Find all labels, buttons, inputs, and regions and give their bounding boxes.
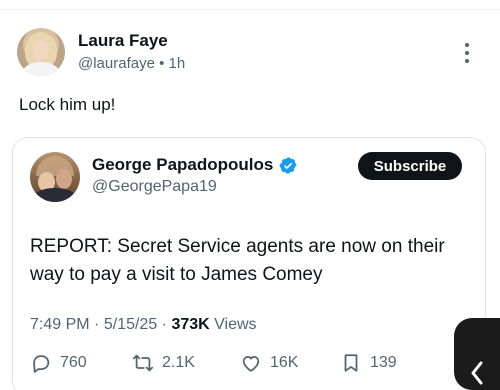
views-label: Views bbox=[214, 316, 257, 333]
reply-icon bbox=[33, 355, 50, 373]
verified-badge-icon bbox=[279, 156, 297, 174]
repost-count: 2.1K bbox=[162, 354, 195, 371]
bookmark-icon bbox=[344, 354, 358, 372]
more-dot-icon bbox=[465, 43, 469, 47]
post-clock-time: 7:49 PM bbox=[30, 316, 90, 333]
timestamp-separator: · bbox=[161, 316, 167, 333]
bookmark-count: 139 bbox=[370, 354, 397, 371]
timestamp-separator: · bbox=[94, 316, 100, 333]
quoted-author-handle[interactable]: @GeorgePapa19 bbox=[92, 178, 217, 196]
author-avatar[interactable] bbox=[17, 28, 65, 76]
repost-icon bbox=[132, 354, 154, 372]
avatar-shirt bbox=[34, 188, 76, 202]
heart-icon bbox=[242, 355, 260, 372]
more-dot-icon bbox=[465, 51, 469, 55]
quoted-author-name-row[interactable]: George Papadopoulos bbox=[92, 155, 298, 175]
more-dot-icon bbox=[465, 59, 469, 63]
author-meta: @laurafaye • 1h bbox=[78, 55, 185, 72]
top-divider bbox=[0, 9, 500, 10]
collapse-panel-tab[interactable] bbox=[454, 318, 500, 390]
repost-button[interactable]: 2.1K bbox=[132, 352, 195, 374]
quoted-post-timestamp[interactable]: 7:49 PM · 5/15/25 · 373K Views bbox=[30, 316, 257, 334]
post-text: Lock him up! bbox=[19, 95, 116, 114]
avatar-body bbox=[23, 62, 59, 76]
quoted-author-avatar[interactable] bbox=[30, 152, 80, 202]
engagement-bar: 760 2.1K 16K 139 bbox=[30, 352, 470, 380]
more-options-button[interactable] bbox=[458, 40, 476, 66]
bookmark-button[interactable]: 139 bbox=[340, 352, 397, 374]
author-name[interactable]: Laura Faye bbox=[78, 31, 168, 51]
author-handle[interactable]: @laurafaye bbox=[78, 55, 155, 72]
like-button[interactable]: 16K bbox=[240, 352, 298, 374]
quoted-post-text: REPORT: Secret Service agents are now on… bbox=[30, 236, 445, 285]
quoted-author-name[interactable]: George Papadopoulos bbox=[92, 155, 273, 175]
reply-button[interactable]: 760 bbox=[30, 352, 87, 374]
chevron-left-icon bbox=[471, 361, 483, 385]
views-count: 373K bbox=[171, 316, 210, 333]
subscribe-button[interactable]: Subscribe bbox=[358, 152, 462, 180]
post-time[interactable]: 1h bbox=[169, 55, 186, 72]
avatar-face bbox=[33, 40, 49, 60]
avatar-person bbox=[56, 169, 72, 189]
reply-count: 760 bbox=[60, 354, 87, 371]
post-date: 5/15/25 bbox=[103, 316, 158, 333]
meta-separator: • bbox=[159, 55, 165, 72]
like-count: 16K bbox=[270, 354, 299, 371]
